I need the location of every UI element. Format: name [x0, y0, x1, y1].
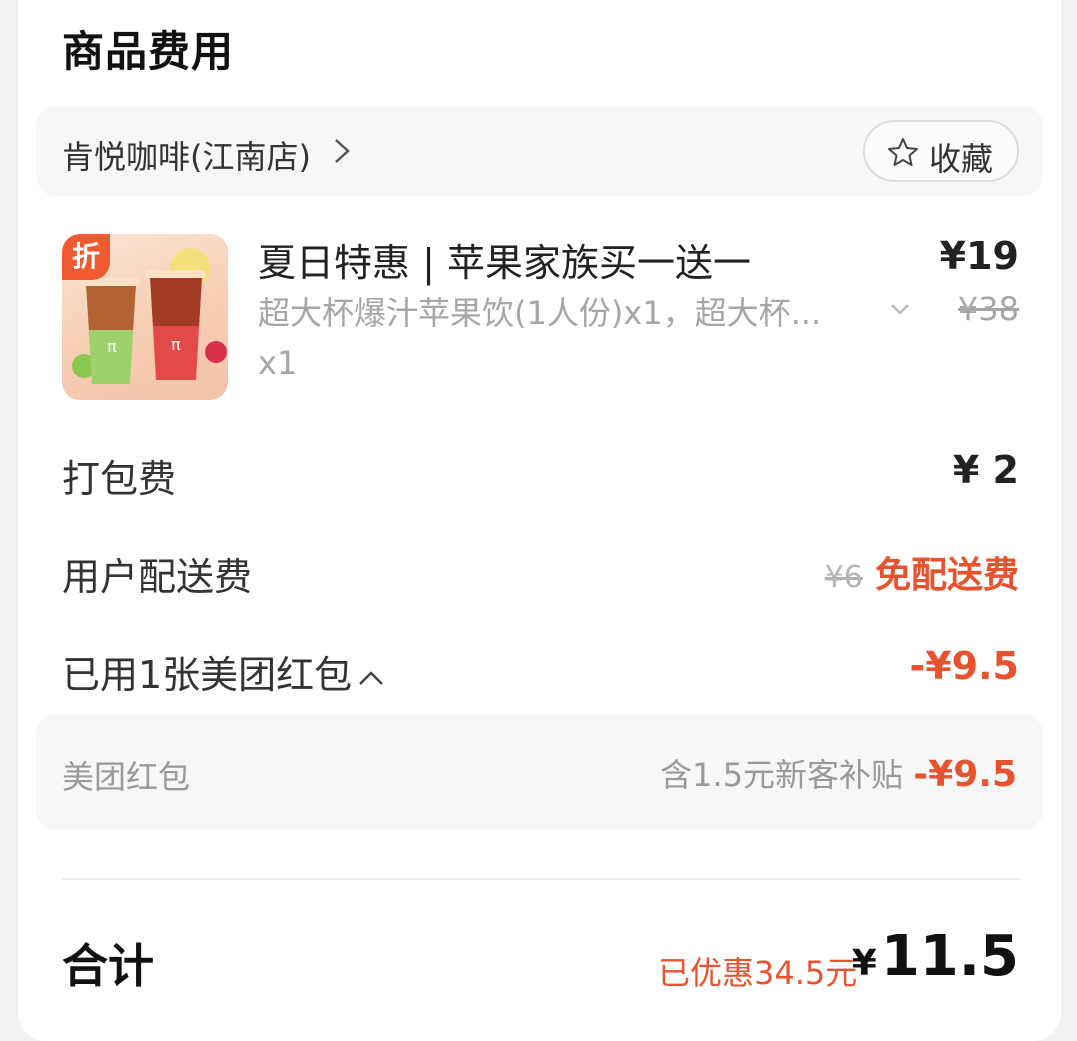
coupon-label: 已用1张美团红包: [62, 653, 353, 697]
chevron-up-icon[interactable]: [356, 667, 386, 689]
delivery-original-fee: ¥6: [824, 560, 863, 595]
product-original-price: ¥38: [957, 290, 1019, 328]
coupon-detail-box: 美团红包 含1.5元新客补贴 -¥9.5: [36, 714, 1043, 830]
product-name[interactable]: 夏日特惠 | 苹果家族买一送一: [258, 232, 751, 287]
coupon-detail-value: -¥9.5: [913, 754, 1017, 795]
divider: [62, 878, 1020, 880]
total-amount: ¥11.5: [852, 924, 1019, 989]
product-price: ¥19: [939, 234, 1019, 278]
discount-badge: 折: [62, 234, 110, 280]
total-label: 合计: [62, 939, 154, 993]
shop-bar[interactable]: 肯悦咖啡(江南店) 收藏: [36, 106, 1043, 196]
product-quantity: x1: [258, 344, 298, 382]
delivery-fee-label: 用户配送费: [62, 555, 253, 599]
star-icon: [888, 138, 918, 166]
product-image[interactable]: π π 折: [62, 234, 228, 400]
shop-name[interactable]: 肯悦咖啡(江南店): [62, 132, 311, 178]
coupon-row[interactable]: 已用1张美团红包: [62, 644, 386, 699]
total-value: 11.5: [880, 924, 1019, 989]
packing-fee-label: 打包费: [62, 457, 177, 501]
packing-fee-value: ¥ 2: [952, 448, 1019, 492]
favorite-label: 收藏: [929, 140, 994, 178]
order-fee-card: 商品费用 肯悦咖啡(江南店) 收藏 π π 折 夏日特惠 | 苹果家族买一送一 …: [18, 0, 1061, 1041]
svg-text:π: π: [171, 335, 181, 354]
coupon-subsidy-note: 含1.5元新客补贴: [660, 756, 904, 794]
chevron-right-icon: [335, 139, 350, 163]
coupon-detail-right: 含1.5元新客补贴 -¥9.5: [660, 750, 1017, 796]
product-description: 超大杯爆汁苹果饮(1人份)x1，超大杯...: [258, 294, 822, 332]
chevron-down-icon[interactable]: [888, 300, 912, 318]
coupon-value: -¥9.5: [909, 644, 1019, 688]
svg-text:π: π: [107, 337, 117, 356]
section-title: 商品费用: [62, 27, 235, 76]
currency-symbol: ¥: [851, 943, 877, 984]
free-delivery-text: 免配送费: [874, 555, 1019, 596]
favorite-button[interactable]: 收藏: [863, 120, 1019, 182]
delivery-fee-value: ¥6 免配送费: [825, 546, 1019, 598]
saved-amount: 已优惠34.5元: [658, 954, 858, 992]
coupon-detail-label: 美团红包: [62, 758, 191, 796]
